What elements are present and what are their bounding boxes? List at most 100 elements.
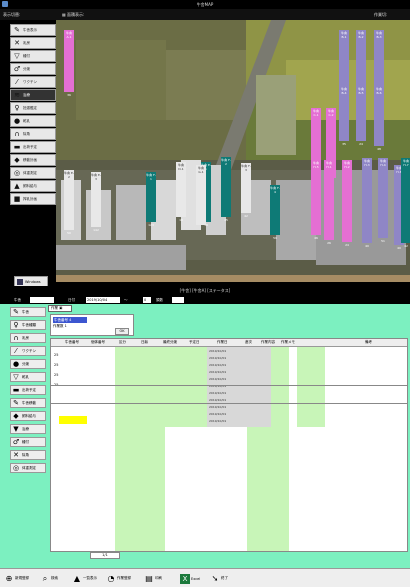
footer-button-5[interactable]: X Excel: [180, 572, 200, 585]
footer-button-0[interactable]: ⊕ 新規登録: [4, 572, 29, 585]
barn-tag[interactable]: 牛舎 B-4 35: [339, 86, 349, 145]
barn-tag[interactable]: 牛舎 B-5 24: [356, 86, 366, 145]
selected-cell[interactable]: [59, 416, 87, 424]
date-cell: 2019/10/01: [209, 412, 227, 416]
excel-icon: X: [180, 573, 190, 584]
toolbar-button-10[interactable]: ◆ 移動計画: [10, 154, 56, 166]
list-sidebar-button-9[interactable]: ▼ 治療: [10, 424, 46, 434]
toolbar-button-13[interactable]: ■ 搾乳計画: [10, 193, 56, 205]
barn-tag-count: 142: [93, 227, 99, 232]
tab-work[interactable]: 作業 ▣: [48, 305, 72, 312]
barn-tag[interactable]: 牛舎 H-2 24: [342, 160, 352, 246]
barn-mark: 25: [54, 353, 59, 357]
footer-button-4[interactable]: ▤ 印刷: [144, 572, 162, 585]
list-sidebar-button-8[interactable]: ◆ 飼料給与: [10, 411, 46, 421]
filter-label-date: 日付: [68, 298, 75, 302]
toolbar-button-8[interactable]: ∩ 除角: [10, 128, 56, 140]
menu-work[interactable]: 作業切:: [374, 9, 387, 20]
toolbar-button-label: ワクチン: [23, 79, 37, 84]
clock-icon: ◔: [107, 573, 115, 583]
date-cell: 2019/10/01: [209, 349, 227, 353]
list-sidebar-button-1[interactable]: ♀ 牛舎種類: [10, 320, 46, 330]
barn-tag-count: 46: [314, 235, 318, 240]
toolbar-button-7[interactable]: ● 乾乳: [10, 115, 56, 127]
footer-button-label: 検索: [51, 576, 58, 580]
toolbar-button-6[interactable]: ♀ 妊娠鑑定: [10, 102, 56, 114]
list-sidebar-button-4[interactable]: ● 分娩: [10, 359, 46, 369]
menu-display-switch[interactable]: 表示切替:: [3, 9, 20, 20]
toolbar-button-1[interactable]: ✕ 乳房: [10, 37, 56, 49]
barn-tag[interactable]: 牛舎 G-1: [196, 165, 206, 225]
footer-button-6[interactable]: ➘ 終了: [210, 572, 228, 585]
barn-tag[interactable]: 牛舎 B-129: [339, 30, 349, 94]
filter-heads-input[interactable]: [172, 297, 184, 303]
menu-area-display[interactable]: ▦ 面積表示:: [62, 9, 84, 20]
barn-tag[interactable]: 牛舎 F-2 45: [221, 157, 231, 221]
barn-tag[interactable]: 牛舎 A-1 36: [64, 30, 74, 96]
barn-tag[interactable]: 牛舎 F-1 123: [146, 172, 156, 226]
list-sidebar-button-2[interactable]: ∩ 乳房: [10, 333, 46, 343]
barn-tag-count: 18: [179, 217, 183, 222]
toolbar-button-4[interactable]: ⁄ ワクチン: [10, 76, 56, 88]
list-sidebar-button-11[interactable]: ✕ 除角: [10, 450, 46, 460]
column-header: 作業内容: [261, 340, 275, 344]
toolbar-button-9[interactable]: ▬ 出荷予定: [10, 141, 56, 153]
toolbar-button-label: 飼料給与: [23, 183, 37, 188]
barn-tag[interactable]: 牛舎 H-5 46: [311, 160, 321, 239]
footer-button-3[interactable]: ◔ 作業登録: [106, 572, 132, 585]
list-sidebar-button-0[interactable]: ✎ 牛舎: [10, 307, 46, 317]
list-sidebar-label: ワクチン: [22, 348, 36, 353]
toolbar-button-11[interactable]: ◎ 体重測定: [10, 167, 56, 179]
map-window: 牛舎MAP 表示切替: ▦ 面積表示: 作業切: ✎ 牛舎表示 ✕ 乳房 ▽ 種付 ♂ 分娩 ⁄…: [0, 0, 410, 296]
aerial-map[interactable]: 牛舎 A-1 36 牛舎 B-129 牛舎 B-231 牛舎 B-329 牛舎 B-4 35…: [56, 20, 410, 282]
toolbar-button-12[interactable]: ▲ 飼料給与: [10, 180, 56, 192]
toolbar-button-label: 牛舎表示: [23, 27, 37, 32]
barn-tag[interactable]: 牛舎 H-4 51: [378, 158, 388, 242]
barn-tag[interactable]: 牛舎 F-3 42: [241, 163, 251, 217]
barn-tag[interactable]: 牛舎 H-7 42: [401, 158, 410, 247]
table-header: 牛舎番号 個体番号 区分 日齢 最終分娩 予定日 作業日 産次 作業内容 作業メモ 備考: [51, 339, 407, 347]
scale-icon: ◎: [12, 464, 20, 472]
barn-tag-count: 24: [359, 141, 363, 146]
barn-tag[interactable]: 牛舎 B-6 48: [374, 86, 384, 150]
footer-button-1[interactable]: ⌕ 検索: [40, 572, 58, 585]
toolbar-button-2[interactable]: ▽ 種付: [10, 50, 56, 62]
toolbar-button-label: 除角: [23, 131, 30, 136]
list-sidebar-label: 出荷予定: [22, 387, 36, 392]
footer-button-label: 一覧表示: [83, 576, 97, 580]
bucket-icon: ▼: [13, 425, 19, 433]
toolbar-button-label: 乳房: [23, 40, 30, 45]
list-sidebar-label: 種付: [22, 439, 29, 444]
barn-tag-count: 123: [148, 222, 154, 227]
list-sidebar-button-6[interactable]: ▬ 出荷予定: [10, 385, 46, 395]
list-sidebar-button-10[interactable]: ♂ 種付: [10, 437, 46, 447]
filter-count-input[interactable]: 0: [143, 297, 151, 303]
barn-tag[interactable]: 牛舎 E-2 50: [64, 170, 74, 234]
barn-tag[interactable]: 牛舎 F-4 59: [270, 185, 280, 239]
list-sidebar-button-5[interactable]: ▽ 乾乳: [10, 372, 46, 382]
column-header: 牛舎番号: [65, 340, 79, 344]
ok-button[interactable]: OK: [115, 328, 129, 335]
barn-tag[interactable]: 牛舎 B-329: [374, 30, 384, 94]
date-cell: 2019/10/01: [209, 377, 227, 381]
toolbar-button-5[interactable]: ≋ 治療: [10, 89, 56, 101]
toolbar-button-3[interactable]: ♂ 分娩: [10, 63, 56, 75]
filter-date-input[interactable]: 2019/10/04: [86, 297, 120, 303]
column-header: 日齢: [141, 340, 148, 344]
list-sidebar-button-12[interactable]: ◎ 体重測定: [10, 463, 46, 473]
filter-barn-input[interactable]: [30, 297, 54, 303]
toolbar-button-0[interactable]: ✎ 牛舎表示: [10, 24, 56, 36]
page-indicator[interactable]: 1/1: [90, 552, 120, 559]
barn-tag[interactable]: 牛舎 B-231: [356, 30, 366, 94]
list-sidebar-button-7[interactable]: ✎ 牛舎移動: [10, 398, 46, 408]
barn-number-selected[interactable]: 牛舎番号 4: [53, 317, 87, 323]
footer-button-2[interactable]: ▲ 一覧表示: [72, 572, 97, 585]
barn-tag[interactable]: 牛舎 H-1 26: [324, 160, 334, 244]
barn-tag[interactable]: 牛舎 H-3 40: [362, 158, 372, 247]
barn-tag[interactable]: 牛舎 D-1 18: [176, 162, 186, 221]
list-sidebar-label: 牛舎: [22, 309, 29, 314]
list-sidebar-button-3[interactable]: ⁄ ワクチン: [10, 346, 46, 356]
barn-tag[interactable]: 牛舎 E-3 142: [91, 172, 101, 231]
filter-label-tilde: ～: [124, 298, 128, 302]
cow-icon: ◆: [14, 156, 20, 164]
